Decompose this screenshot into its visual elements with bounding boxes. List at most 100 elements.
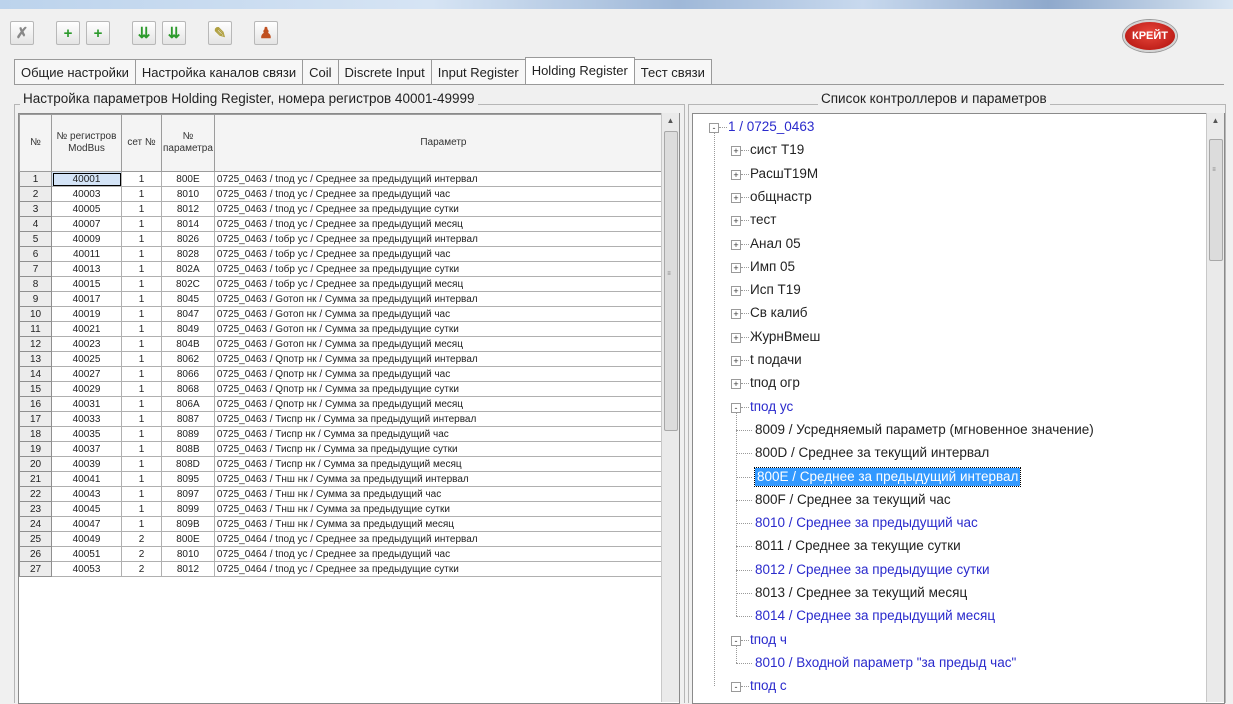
tree-node[interactable]: tпод ус xyxy=(750,398,793,416)
parameter-cell[interactable]: 0725_0463 / Тиспр нк / Сумма за предыдущ… xyxy=(213,456,673,472)
table-row[interactable]: 10 40019 1 8047 0725_0463 / Gотоп нк / Сумма… xyxy=(19,306,673,322)
table-row[interactable]: 17 40033 1 8087 0725_0463 / Тиспр нк / Сумма… xyxy=(19,411,673,427)
parameter-cell[interactable]: 0725_0463 / Тиспр нк / Сумма за предыдущ… xyxy=(213,441,673,457)
table-row[interactable]: 21 40041 1 8095 0725_0463 / Тнш нк / Сумма з… xyxy=(19,471,673,487)
set-number-cell[interactable]: 1 xyxy=(121,171,162,187)
set-number-cell[interactable]: 1 xyxy=(121,261,162,277)
modbus-register-cell[interactable]: 40033 xyxy=(51,411,122,427)
table-row[interactable]: 16 40031 1 806A 0725_0463 / Qпотр нк / Сумма… xyxy=(19,396,673,412)
row-index-cell[interactable]: 7 xyxy=(19,261,52,277)
parameter-cell[interactable]: 0725_0463 / tпод ус / Среднее за предыду… xyxy=(213,201,673,217)
table-row[interactable]: 22 40043 1 8097 0725_0463 / Тнш нк / Сумма з… xyxy=(19,486,673,502)
set-number-cell[interactable]: 1 xyxy=(121,516,162,532)
table-row[interactable]: 6 40011 1 8028 0725_0463 / tобр ус / Среднее… xyxy=(19,246,673,262)
tree-node[interactable]: 8012 / Среднее за предыдущие сутки xyxy=(755,561,990,579)
move-down-button[interactable]: ⇊ xyxy=(162,21,186,45)
set-number-cell[interactable]: 1 xyxy=(121,336,162,352)
param-number-cell[interactable]: 8010 xyxy=(161,186,215,202)
set-number-cell[interactable]: 1 xyxy=(121,291,162,307)
table-row[interactable]: 27 40053 2 8012 0725_0464 / tпод ус / Средне… xyxy=(19,561,673,577)
parameter-cell[interactable]: 0725_0463 / Gотоп нк / Сумма за предыдущ… xyxy=(213,321,673,337)
scroll-up-arrow-icon[interactable]: ▲ xyxy=(1207,113,1224,129)
set-number-cell[interactable]: 1 xyxy=(121,231,162,247)
parameter-cell[interactable]: 0725_0464 / tпод ус / Среднее за предыду… xyxy=(213,561,673,577)
row-index-cell[interactable]: 14 xyxy=(19,366,52,382)
param-number-cell[interactable]: 8047 xyxy=(161,306,215,322)
col-header-modbus-register[interactable]: № регистров ModBus xyxy=(51,114,122,172)
set-number-cell[interactable]: 1 xyxy=(121,381,162,397)
row-index-cell[interactable]: 22 xyxy=(19,486,52,502)
tree-node[interactable]: 8010 / Входной параметр "за предыд час" xyxy=(755,654,1016,672)
row-index-cell[interactable]: 3 xyxy=(19,201,52,217)
table-row[interactable]: 9 40017 1 8045 0725_0463 / Gотоп нк / Сумма … xyxy=(19,291,673,307)
parameter-cell[interactable]: 0725_0463 / Тнш нк / Сумма за предыдущий… xyxy=(213,516,673,532)
modbus-register-cell[interactable]: 40017 xyxy=(51,291,122,307)
table-row[interactable]: 12 40023 1 804B 0725_0463 / Gотоп нк / Сумма… xyxy=(19,336,673,352)
set-number-cell[interactable]: 1 xyxy=(121,411,162,427)
row-index-cell[interactable]: 6 xyxy=(19,246,52,262)
delete-button[interactable]: ✗ xyxy=(10,21,34,45)
row-index-cell[interactable]: 17 xyxy=(19,411,52,427)
scrollbar-thumb[interactable] xyxy=(664,131,678,431)
parameter-cell[interactable]: 0725_0463 / Qпотр нк / Сумма за предыдущ… xyxy=(213,396,673,412)
modbus-register-cell[interactable]: 40003 xyxy=(51,186,122,202)
modbus-register-cell[interactable]: 40011 xyxy=(51,246,122,262)
set-number-cell[interactable]: 1 xyxy=(121,426,162,442)
param-number-cell[interactable]: 8045 xyxy=(161,291,215,307)
modbus-register-cell[interactable]: 40045 xyxy=(51,501,122,517)
row-index-cell[interactable]: 10 xyxy=(19,306,52,322)
tree-node[interactable]: ЖурнВмеш xyxy=(750,328,820,346)
row-index-cell[interactable]: 16 xyxy=(19,396,52,412)
expand-icon[interactable]: + xyxy=(731,356,741,366)
parameter-cell[interactable]: 0725_0463 / Gотоп нк / Сумма за предыдущ… xyxy=(213,306,673,322)
expand-icon[interactable]: + xyxy=(731,192,741,203)
scrollbar-thumb[interactable] xyxy=(1209,139,1223,261)
tab-3[interactable]: Coil xyxy=(302,59,339,84)
set-number-cell[interactable]: 1 xyxy=(121,486,162,502)
row-index-cell[interactable]: 1 xyxy=(19,171,52,187)
param-number-cell[interactable]: 8099 xyxy=(161,501,215,517)
modbus-register-cell[interactable]: 40039 xyxy=(51,456,122,472)
tree-node[interactable]: 800F / Среднее за текущий час xyxy=(755,491,951,509)
param-number-cell[interactable]: 802A xyxy=(161,261,215,277)
tab-6[interactable]: Holding Register xyxy=(524,57,635,85)
scroll-up-arrow-icon[interactable]: ▲ xyxy=(662,113,679,129)
user-button[interactable]: ♟ xyxy=(254,21,278,45)
modbus-register-cell[interactable]: 40031 xyxy=(51,396,122,412)
param-number-cell[interactable]: 8066 xyxy=(161,366,215,382)
param-number-cell[interactable]: 8012 xyxy=(161,561,215,577)
modbus-register-cell[interactable]: 40035 xyxy=(51,426,122,442)
modbus-register-cell[interactable]: 40005 xyxy=(51,201,122,217)
table-row[interactable]: 2 40003 1 8010 0725_0463 / tпод ус / Среднее… xyxy=(19,186,673,202)
parameter-cell[interactable]: 0725_0463 / tобр ус / Среднее за предыду… xyxy=(213,261,673,277)
param-number-cell[interactable]: 8087 xyxy=(161,411,215,427)
set-number-cell[interactable]: 1 xyxy=(121,201,162,217)
modbus-register-cell[interactable]: 40051 xyxy=(51,546,122,562)
add-button[interactable]: + xyxy=(56,21,80,45)
modbus-register-cell[interactable]: 40013 xyxy=(51,261,122,277)
row-index-cell[interactable]: 25 xyxy=(19,531,52,547)
row-index-cell[interactable]: 13 xyxy=(19,351,52,367)
set-number-cell[interactable]: 1 xyxy=(121,501,162,517)
row-index-cell[interactable]: 20 xyxy=(19,456,52,472)
set-number-cell[interactable]: 1 xyxy=(121,276,162,292)
col-header-set-number[interactable]: сет № xyxy=(121,114,162,172)
param-number-cell[interactable]: 808B xyxy=(161,441,215,457)
parameter-cell[interactable]: 0725_0463 / tпод ус / Среднее за предыду… xyxy=(213,186,673,202)
tree-node[interactable]: 1 / 0725_0463 xyxy=(728,118,814,136)
row-index-cell[interactable]: 18 xyxy=(19,426,52,442)
tree-node[interactable]: 800D / Среднее за текущий интервал xyxy=(755,444,989,462)
table-row[interactable]: 23 40045 1 8099 0725_0463 / Тнш нк / Сумма з… xyxy=(19,501,673,517)
expand-icon[interactable]: + xyxy=(731,332,741,343)
set-number-cell[interactable]: 2 xyxy=(121,531,162,547)
table-row[interactable]: 11 40021 1 8049 0725_0463 / Gотоп нк / Сумма… xyxy=(19,321,673,337)
set-number-cell[interactable]: 2 xyxy=(121,546,162,562)
table-row[interactable]: 24 40047 1 809B 0725_0463 / Тнш нк / Сумма з… xyxy=(19,516,673,532)
table-scrollbar[interactable]: ▲ ≡ xyxy=(661,113,679,702)
modbus-register-cell[interactable]: 40021 xyxy=(51,321,122,337)
modbus-register-cell[interactable]: 40037 xyxy=(51,441,122,457)
tree-node[interactable]: Исп Т19 xyxy=(750,281,801,299)
expand-icon[interactable]: + xyxy=(731,286,741,297)
set-number-cell[interactable]: 1 xyxy=(121,216,162,232)
parameter-cell[interactable]: 0725_0463 / tпод ус / Среднее за предыду… xyxy=(213,216,673,232)
